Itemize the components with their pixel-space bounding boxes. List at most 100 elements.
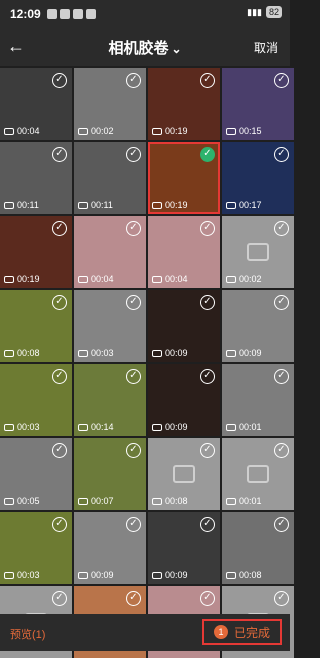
- media-thumbnail[interactable]: ✓ 00:04: [148, 216, 220, 288]
- video-camera-icon: [152, 497, 162, 505]
- video-camera-icon: [226, 349, 236, 357]
- media-thumbnail[interactable]: ✓ 00:01: [222, 364, 294, 436]
- select-checkbox[interactable]: ✓: [52, 369, 67, 384]
- duration-text: 00:11: [91, 200, 113, 210]
- select-checkbox[interactable]: ✓: [52, 591, 67, 606]
- select-checkbox[interactable]: ✓: [200, 221, 215, 236]
- media-thumbnail[interactable]: ✓ 00:09: [222, 290, 294, 362]
- video-camera-icon: [152, 275, 162, 283]
- select-checkbox[interactable]: ✓: [274, 295, 289, 310]
- video-camera-icon: [226, 201, 236, 209]
- video-duration: 00:03: [4, 422, 40, 432]
- select-checkbox[interactable]: ✓: [200, 443, 215, 458]
- media-thumbnail[interactable]: ✓ 00:15: [222, 68, 294, 140]
- media-thumbnail[interactable]: ✓ 00:02: [74, 68, 146, 140]
- video-duration: 00:09: [152, 348, 188, 358]
- video-camera-icon: [4, 201, 14, 209]
- media-thumbnail[interactable]: ✓ 00:11: [0, 142, 72, 214]
- duration-text: 00:05: [17, 496, 40, 506]
- status-bar: 12:09 ▮▮▮ 82: [0, 0, 290, 28]
- select-checkbox[interactable]: ✓: [200, 591, 215, 606]
- top-bar: ← 相机胶卷 ⌄ 取消: [0, 28, 290, 66]
- select-checkbox[interactable]: ✓: [200, 517, 215, 532]
- select-checkbox[interactable]: ✓: [274, 369, 289, 384]
- select-checkbox[interactable]: ✓: [274, 443, 289, 458]
- status-right: ▮▮▮ 82: [247, 6, 282, 18]
- select-checkbox[interactable]: ✓: [200, 73, 215, 88]
- done-label: 已完成: [233, 625, 270, 640]
- select-checkbox[interactable]: ✓: [274, 73, 289, 88]
- select-checkbox[interactable]: ✓: [274, 591, 289, 606]
- duration-text: 00:01: [239, 422, 262, 432]
- media-thumbnail[interactable]: ✓ 00:17: [222, 142, 294, 214]
- select-checkbox[interactable]: ✓: [126, 147, 141, 162]
- select-checkbox[interactable]: ✓: [126, 221, 141, 236]
- select-checkbox[interactable]: ✓: [126, 591, 141, 606]
- image-placeholder-icon: [247, 243, 269, 261]
- select-checkbox[interactable]: ✓: [200, 295, 215, 310]
- select-checkbox[interactable]: ✓: [52, 295, 67, 310]
- media-thumbnail[interactable]: ✓ 00:19: [148, 68, 220, 140]
- select-checkbox[interactable]: ✓: [274, 517, 289, 532]
- video-camera-icon: [78, 423, 88, 431]
- duration-text: 00:19: [17, 274, 40, 284]
- chevron-down-icon: ⌄: [171, 42, 182, 56]
- media-thumbnail[interactable]: ✓ 00:02: [222, 216, 294, 288]
- media-thumbnail[interactable]: ✓ 00:05: [0, 438, 72, 510]
- duration-text: 00:08: [165, 496, 188, 506]
- bottom-bar: 预览(1) 1 已完成: [0, 614, 290, 651]
- media-thumbnail[interactable]: ✓ 00:19: [148, 142, 220, 214]
- media-thumbnail[interactable]: ✓ 00:07: [74, 438, 146, 510]
- select-checkbox[interactable]: ✓: [200, 369, 215, 384]
- select-checkbox[interactable]: ✓: [52, 443, 67, 458]
- duration-text: 00:01: [239, 496, 262, 506]
- duration-text: 00:19: [165, 126, 188, 136]
- select-checkbox[interactable]: ✓: [126, 443, 141, 458]
- media-thumbnail[interactable]: ✓ 00:11: [74, 142, 146, 214]
- media-thumbnail[interactable]: ✓ 00:09: [148, 512, 220, 584]
- media-thumbnail[interactable]: ✓ 00:04: [0, 68, 72, 140]
- media-thumbnail[interactable]: ✓ 00:09: [148, 364, 220, 436]
- select-checkbox[interactable]: ✓: [52, 73, 67, 88]
- video-duration: 00:04: [152, 274, 188, 284]
- video-camera-icon: [78, 275, 88, 283]
- video-camera-icon: [4, 275, 14, 283]
- media-thumbnail[interactable]: ✓ 00:03: [0, 512, 72, 584]
- album-title[interactable]: 相机胶卷 ⌄: [0, 37, 290, 58]
- preview-button[interactable]: 预览(1): [10, 626, 45, 642]
- select-checkbox[interactable]: ✓: [126, 295, 141, 310]
- media-thumbnail[interactable]: ✓ 00:08: [0, 290, 72, 362]
- media-thumbnail[interactable]: ✓ 00:08: [222, 512, 294, 584]
- duration-text: 00:07: [91, 496, 114, 506]
- video-duration: 00:11: [78, 200, 113, 210]
- select-checkbox[interactable]: ✓: [52, 221, 67, 236]
- select-checkbox[interactable]: ✓: [126, 369, 141, 384]
- media-thumbnail[interactable]: ✓ 00:09: [148, 290, 220, 362]
- media-thumbnail[interactable]: ✓ 00:08: [148, 438, 220, 510]
- select-checkbox[interactable]: ✓: [274, 147, 289, 162]
- duration-text: 00:09: [239, 348, 262, 358]
- select-checkbox[interactable]: ✓: [126, 517, 141, 532]
- media-thumbnail[interactable]: ✓ 00:04: [74, 216, 146, 288]
- select-checkbox[interactable]: ✓: [274, 221, 289, 236]
- video-duration: 00:04: [78, 274, 114, 284]
- media-thumbnail[interactable]: ✓ 00:14: [74, 364, 146, 436]
- video-duration: 00:09: [152, 422, 188, 432]
- done-button[interactable]: 1 已完成: [201, 619, 282, 645]
- duration-text: 00:04: [91, 274, 114, 284]
- select-checkbox[interactable]: ✓: [200, 147, 215, 162]
- video-camera-icon: [78, 201, 88, 209]
- video-camera-icon: [4, 127, 14, 135]
- media-thumbnail[interactable]: ✓ 00:03: [0, 364, 72, 436]
- select-checkbox[interactable]: ✓: [52, 517, 67, 532]
- duration-text: 00:03: [17, 422, 40, 432]
- media-thumbnail[interactable]: ✓ 00:09: [74, 512, 146, 584]
- select-checkbox[interactable]: ✓: [126, 73, 141, 88]
- cancel-button[interactable]: 取消: [254, 39, 278, 56]
- media-thumbnail[interactable]: ✓ 00:01: [222, 438, 294, 510]
- video-camera-icon: [78, 127, 88, 135]
- select-checkbox[interactable]: ✓: [52, 147, 67, 162]
- media-thumbnail[interactable]: ✓ 00:19: [0, 216, 72, 288]
- media-thumbnail[interactable]: ✓ 00:03: [74, 290, 146, 362]
- video-camera-icon: [226, 275, 236, 283]
